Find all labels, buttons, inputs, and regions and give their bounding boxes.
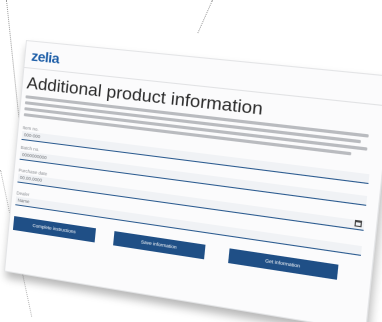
product-info-form-card: zelia Additional product information Ite… — [4, 40, 382, 322]
decorative-dotted-line — [6, 0, 20, 119]
app-logo: zelia — [31, 48, 60, 67]
calendar-icon[interactable] — [354, 220, 362, 228]
get-information-button[interactable]: Get information — [228, 248, 338, 279]
decorative-dotted-line — [197, 0, 213, 33]
purchase-date-value: 00.00.0000 — [20, 175, 43, 183]
screenshot-stage: zelia Additional product information Ite… — [0, 0, 382, 322]
complete-instructions-button[interactable]: Complete instructions — [13, 216, 96, 242]
save-information-button[interactable]: Save information — [113, 231, 205, 259]
